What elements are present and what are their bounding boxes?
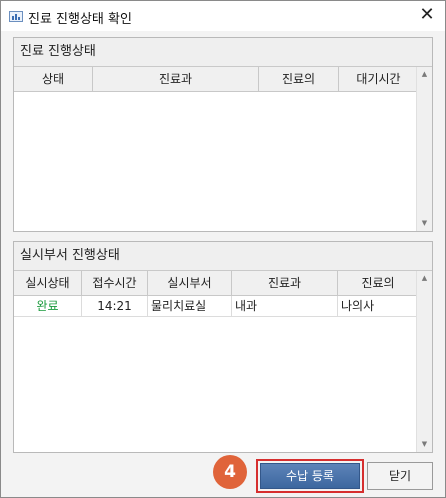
department-status-panel: 실시부서 진행상태 실시상태 접수시간 실시부서 진료과 진료의 완료 14:2… [13,241,433,453]
col-clinic[interactable]: 진료과 [232,271,338,295]
department-status-title: 실시부서 진행상태 [14,242,432,271]
close-button[interactable]: 닫기 [367,462,433,490]
scroll-up-icon[interactable]: ▲ [417,67,432,82]
dialog-window: 진료 진행상태 확인 ✕ 진료 진행상태 상태 진료과 진료의 대기시간 ▲ ▼… [0,0,446,498]
cell-status: 완료 [14,296,82,316]
cell-doctor: 나의사 [341,299,375,313]
window-title: 진료 진행상태 확인 [28,12,132,27]
col-wait-time[interactable]: 대기시간 [339,67,418,91]
cell-clinic: 내과 [232,296,338,316]
treatment-status-panel: 진료 진행상태 상태 진료과 진료의 대기시간 ▲ ▼ [13,37,433,232]
col-status[interactable]: 상태 [14,67,93,91]
close-icon[interactable]: ✕ [415,4,439,28]
title-bar: 진료 진행상태 확인 ✕ [1,1,445,31]
department-status-header: 실시상태 접수시간 실시부서 진료과 진료의 [14,271,418,296]
scroll-up-icon[interactable]: ▲ [417,271,432,286]
scroll-down-icon[interactable]: ▼ [417,437,432,452]
department-status-scrollbar[interactable]: ▲ ▼ [416,271,432,452]
table-row[interactable]: 완료 14:21 물리치료실 내과 나의사 [14,296,418,317]
scroll-down-icon[interactable]: ▼ [417,216,432,231]
col-exec-status[interactable]: 실시상태 [14,271,82,295]
col-doctor[interactable]: 진료의 [338,271,418,295]
col-doctor[interactable]: 진료의 [259,67,339,91]
col-reception-time[interactable]: 접수시간 [82,271,148,295]
register-payment-button[interactable]: 수납 등록 [260,463,360,489]
cell-time: 14:21 [82,296,148,316]
treatment-status-scrollbar[interactable]: ▲ ▼ [416,67,432,231]
treatment-status-header: 상태 진료과 진료의 대기시간 [14,67,418,92]
chart-window-icon [9,11,23,22]
cell-dept: 물리치료실 [148,296,232,316]
step-badge: 4 [213,455,247,489]
col-exec-dept[interactable]: 실시부서 [148,271,232,295]
treatment-status-title: 진료 진행상태 [14,38,432,67]
col-clinic[interactable]: 진료과 [93,67,259,91]
